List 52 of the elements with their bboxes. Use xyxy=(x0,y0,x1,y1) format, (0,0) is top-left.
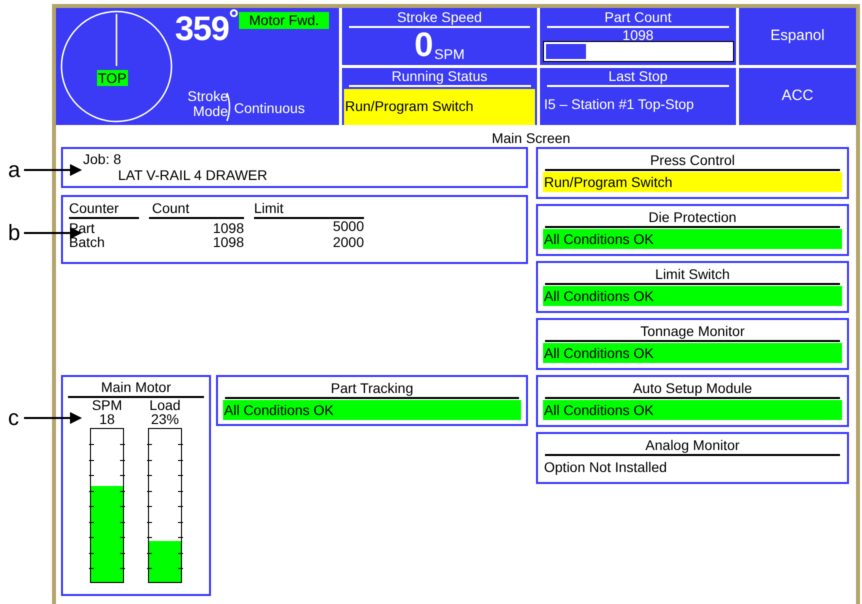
callout-arrow xyxy=(24,412,82,424)
column-header: Counter xyxy=(69,199,139,219)
module-title: Die Protection xyxy=(648,209,738,226)
table-cell-text: 2000 xyxy=(332,235,364,249)
callout-letter: a xyxy=(8,158,22,182)
part-count-value: 1098 xyxy=(622,28,654,42)
callout-letter: b xyxy=(8,221,22,245)
speed-value: 0 xyxy=(414,28,434,62)
last-stop-text: I5 – Station #1 Top-Stop xyxy=(543,95,695,114)
callout-arrow xyxy=(24,164,82,176)
language-button[interactable]: Espanol xyxy=(739,8,856,65)
meter-label: SPM xyxy=(92,398,122,412)
crank-dial-icon xyxy=(60,10,173,123)
module-title: Press Control xyxy=(649,152,736,169)
job-name: LAT V-RAIL 4 DRAWER xyxy=(117,167,268,183)
job-number: Job: 8 xyxy=(83,151,122,167)
table-cell-text: Batch xyxy=(69,235,106,249)
speed-unit: SPM xyxy=(434,46,465,62)
acc-button[interactable]: ACC xyxy=(739,68,856,125)
module-title: Limit Switch xyxy=(654,266,731,283)
table-cell-text: 1098 xyxy=(212,219,244,235)
meter-reading: 23% xyxy=(150,412,180,427)
panel-title: Part Count xyxy=(604,8,672,26)
module-title: Part Tracking xyxy=(330,380,414,397)
callout-letter: c xyxy=(8,406,20,430)
column-header: Limit xyxy=(254,199,364,219)
status-text: All Conditions OK xyxy=(543,229,842,249)
status-text: Run/Program Switch xyxy=(543,172,842,192)
module-title: Tonnage Monitor xyxy=(639,323,746,340)
module-title: Analog Monitor xyxy=(644,437,741,454)
module-title: Auto Setup Module xyxy=(632,380,754,397)
column-header: Count xyxy=(149,199,244,219)
panel-title: Stroke Speed xyxy=(397,8,482,26)
status-text: Run/Program Switch xyxy=(344,89,535,125)
panel-title: Main Motor xyxy=(100,379,172,396)
crank-angle: 359$^{°}$ xyxy=(175,10,238,48)
status-text: All Conditions OK xyxy=(543,286,842,306)
panel-title: Last Stop xyxy=(608,68,668,85)
bracket-icon xyxy=(226,92,232,122)
meter-label: Load xyxy=(149,398,181,412)
status-text: All Conditions OK xyxy=(223,400,521,420)
stroke-mode-value: Continuous xyxy=(234,100,305,117)
screen-title: Main Screen xyxy=(492,129,570,147)
status-text: All Conditions OK xyxy=(543,400,842,420)
dial-label: TOP xyxy=(97,70,128,86)
stroke-mode-label: Stroke Mode xyxy=(186,89,228,119)
table-cell-text: 5000 xyxy=(332,219,364,235)
panel-title: Running Status xyxy=(392,68,488,85)
meter-reading: 18 xyxy=(99,412,115,427)
table-cell-text: 1098 xyxy=(212,235,244,249)
motor-status: Motor Fwd. xyxy=(239,12,330,29)
status-text: All Conditions OK xyxy=(543,343,842,363)
